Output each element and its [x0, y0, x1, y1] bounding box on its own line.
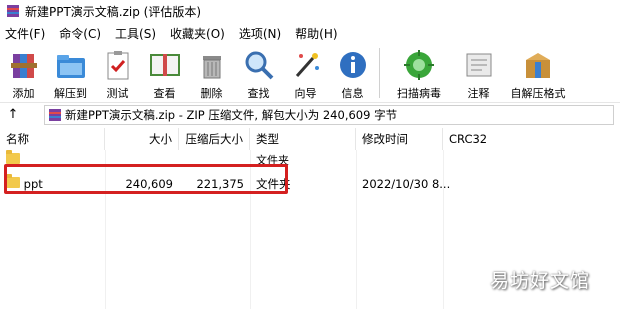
folder-extract-icon	[54, 48, 88, 82]
extract-to-button[interactable]: 解压到	[47, 44, 94, 102]
col-packed[interactable]: 压缩后大小	[179, 128, 250, 150]
menu-options[interactable]: 选项(N)	[234, 25, 286, 42]
title-bar: 新建PPT演示文稿.zip (评估版本)	[0, 0, 620, 22]
menu-bar: 文件(F) 命令(C) 工具(S) 收藏夹(O) 选项(N) 帮助(H)	[0, 22, 620, 44]
menu-tools[interactable]: 工具(S)	[110, 25, 161, 42]
find-label: 查找	[247, 87, 270, 100]
menu-commands[interactable]: 命令(C)	[54, 25, 106, 42]
clipboard-check-icon	[101, 48, 135, 82]
scan-virus-label: 扫描病毒	[397, 87, 441, 100]
toolbar-separator	[379, 48, 380, 98]
folder-icon	[6, 150, 20, 164]
add-button[interactable]: 添加	[0, 44, 47, 102]
comment-label: 注释	[467, 87, 490, 100]
watermark: 易坊好文馆	[489, 270, 590, 292]
address-bar: ↑ 新建PPT演示文稿.zip - ZIP 压缩文件, 解包大小为 240,60…	[0, 102, 620, 126]
add-label: 添加	[12, 87, 35, 100]
magnifier-icon	[242, 48, 276, 82]
sfx-label: 自解压格式	[510, 87, 566, 100]
info-label: 信息	[341, 87, 364, 100]
path-text: 新建PPT演示文稿.zip - ZIP 压缩文件, 解包大小为 240,609 …	[65, 107, 398, 122]
delete-button[interactable]: 删除	[188, 44, 235, 102]
open-book-icon	[148, 48, 182, 82]
extract-to-label: 解压到	[54, 87, 87, 100]
col-mtime[interactable]: 修改时间	[356, 128, 443, 150]
sfx-box-icon	[521, 48, 555, 82]
info-button[interactable]: 信息	[329, 44, 376, 102]
test-label: 测试	[106, 87, 129, 100]
col-crc[interactable]: CRC32	[443, 128, 503, 150]
menu-favorites[interactable]: 收藏夹(O)	[165, 25, 230, 42]
find-button[interactable]: 查找	[235, 44, 282, 102]
sfx-button[interactable]: 自解压格式	[502, 44, 574, 102]
up-arrow-icon[interactable]: ↑	[0, 107, 26, 122]
menu-help[interactable]: 帮助(H)	[290, 25, 342, 42]
zip-file-icon	[49, 108, 61, 121]
trash-icon	[195, 48, 229, 82]
virus-scan-icon	[402, 48, 436, 82]
window-title: 新建PPT演示文稿.zip (评估版本)	[25, 4, 202, 19]
menu-file[interactable]: 文件(F)	[0, 25, 50, 42]
note-icon	[462, 48, 496, 82]
info-icon	[336, 48, 370, 82]
toolbar: 添加 解压到 测试 查看 删除 查找 向导 信息 扫描病毒 注释 自解压格式	[0, 44, 620, 102]
column-header: 名称 大小 压缩后大小 类型 修改时间 CRC32	[0, 128, 620, 150]
winrar-app-icon	[6, 4, 20, 18]
col-name[interactable]: 名称	[0, 128, 105, 150]
archive-books-icon	[7, 48, 41, 82]
view-label: 查看	[153, 87, 176, 100]
path-field[interactable]: 新建PPT演示文稿.zip - ZIP 压缩文件, 解包大小为 240,609 …	[44, 104, 614, 125]
magic-wand-icon	[289, 48, 323, 82]
comment-button[interactable]: 注释	[455, 44, 502, 102]
col-type[interactable]: 类型	[250, 128, 356, 150]
col-size[interactable]: 大小	[105, 128, 179, 150]
row-mtime: 2022/10/30 8...	[362, 177, 451, 191]
red-highlight-box	[4, 164, 288, 194]
delete-label: 删除	[200, 87, 223, 100]
test-button[interactable]: 测试	[94, 44, 141, 102]
scan-virus-button[interactable]: 扫描病毒	[383, 44, 455, 102]
view-button[interactable]: 查看	[141, 44, 188, 102]
wizard-label: 向导	[294, 87, 317, 100]
wizard-button[interactable]: 向导	[282, 44, 329, 102]
